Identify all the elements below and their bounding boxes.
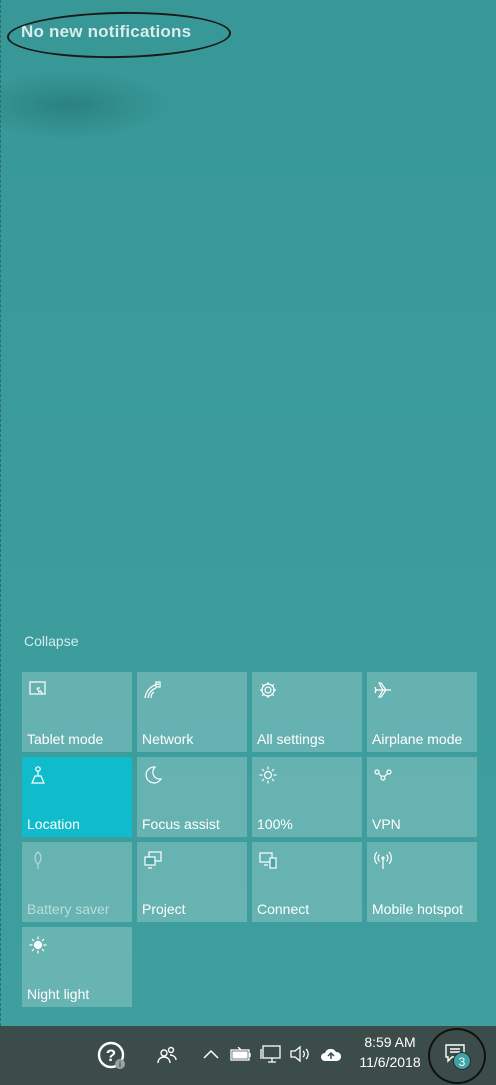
airplane-icon bbox=[373, 680, 393, 700]
header-shadow bbox=[1, 70, 171, 140]
brightness-icon bbox=[258, 765, 278, 785]
tile-label: Location bbox=[27, 816, 80, 832]
battery-saver-icon bbox=[28, 850, 48, 870]
quick-actions-grid: Tablet mode Network All settings Airplan… bbox=[22, 672, 477, 1007]
tile-network[interactable]: Network bbox=[137, 672, 247, 752]
tile-vpn[interactable]: VPN bbox=[367, 757, 477, 837]
tile-all-settings[interactable]: All settings bbox=[252, 672, 362, 752]
hotspot-icon bbox=[373, 850, 393, 870]
tile-label: Focus assist bbox=[142, 816, 220, 832]
cloud-upload-icon[interactable] bbox=[319, 1042, 343, 1066]
battery-icon[interactable] bbox=[230, 1042, 252, 1066]
annotation-circle bbox=[6, 10, 232, 60]
svg-text:?: ? bbox=[106, 1046, 116, 1065]
action-center-panel: No new notifications Collapse Tablet mod… bbox=[0, 0, 496, 1026]
tile-label: Project bbox=[142, 901, 186, 917]
tile-tablet-mode[interactable]: Tablet mode bbox=[22, 672, 132, 752]
tile-label: All settings bbox=[257, 731, 325, 747]
tile-connect[interactable]: Connect bbox=[252, 842, 362, 922]
collapse-link[interactable]: Collapse bbox=[24, 633, 78, 649]
help-icon[interactable]: ? i bbox=[96, 1040, 128, 1072]
tile-brightness[interactable]: 100% bbox=[252, 757, 362, 837]
vpn-icon bbox=[373, 765, 393, 785]
tile-label: Network bbox=[142, 731, 194, 747]
network-monitor-icon[interactable] bbox=[259, 1042, 283, 1066]
tile-night-light[interactable]: Night light bbox=[22, 927, 132, 1007]
network-icon bbox=[143, 680, 163, 700]
gear-icon bbox=[258, 680, 278, 700]
tile-label: VPN bbox=[372, 816, 401, 832]
tile-label: Airplane mode bbox=[372, 731, 463, 747]
tablet-mode-icon bbox=[28, 680, 48, 700]
svg-text:i: i bbox=[119, 1060, 121, 1069]
tile-mobile-hotspot[interactable]: Mobile hotspot bbox=[367, 842, 477, 922]
clock-date: 11/6/2018 bbox=[359, 1054, 421, 1070]
clock-time: 8:59 AM bbox=[364, 1034, 416, 1050]
tile-battery-saver[interactable]: Battery saver bbox=[22, 842, 132, 922]
tile-label: Mobile hotspot bbox=[372, 901, 464, 917]
tile-airplane-mode[interactable]: Airplane mode bbox=[367, 672, 477, 752]
tile-focus-assist[interactable]: Focus assist bbox=[137, 757, 247, 837]
taskbar: ? i 8:59 AM 11/6/2018 bbox=[0, 1026, 496, 1085]
tile-label: Tablet mode bbox=[27, 731, 104, 747]
tile-label: 100% bbox=[257, 816, 293, 832]
volume-icon[interactable] bbox=[289, 1042, 311, 1066]
clock[interactable]: 8:59 AM 11/6/2018 bbox=[350, 1032, 430, 1072]
moon-icon bbox=[143, 765, 163, 785]
location-icon bbox=[28, 765, 48, 785]
connect-icon bbox=[258, 850, 278, 870]
tile-label: Connect bbox=[257, 901, 310, 917]
tile-project[interactable]: Project bbox=[137, 842, 247, 922]
night-light-icon bbox=[28, 935, 48, 955]
people-icon[interactable] bbox=[154, 1042, 180, 1068]
tile-label: Battery saver bbox=[27, 901, 110, 917]
tile-location[interactable]: Location bbox=[22, 757, 132, 837]
chevron-up-icon[interactable] bbox=[201, 1044, 221, 1064]
project-icon bbox=[143, 850, 163, 870]
tile-label: Night light bbox=[27, 986, 90, 1002]
